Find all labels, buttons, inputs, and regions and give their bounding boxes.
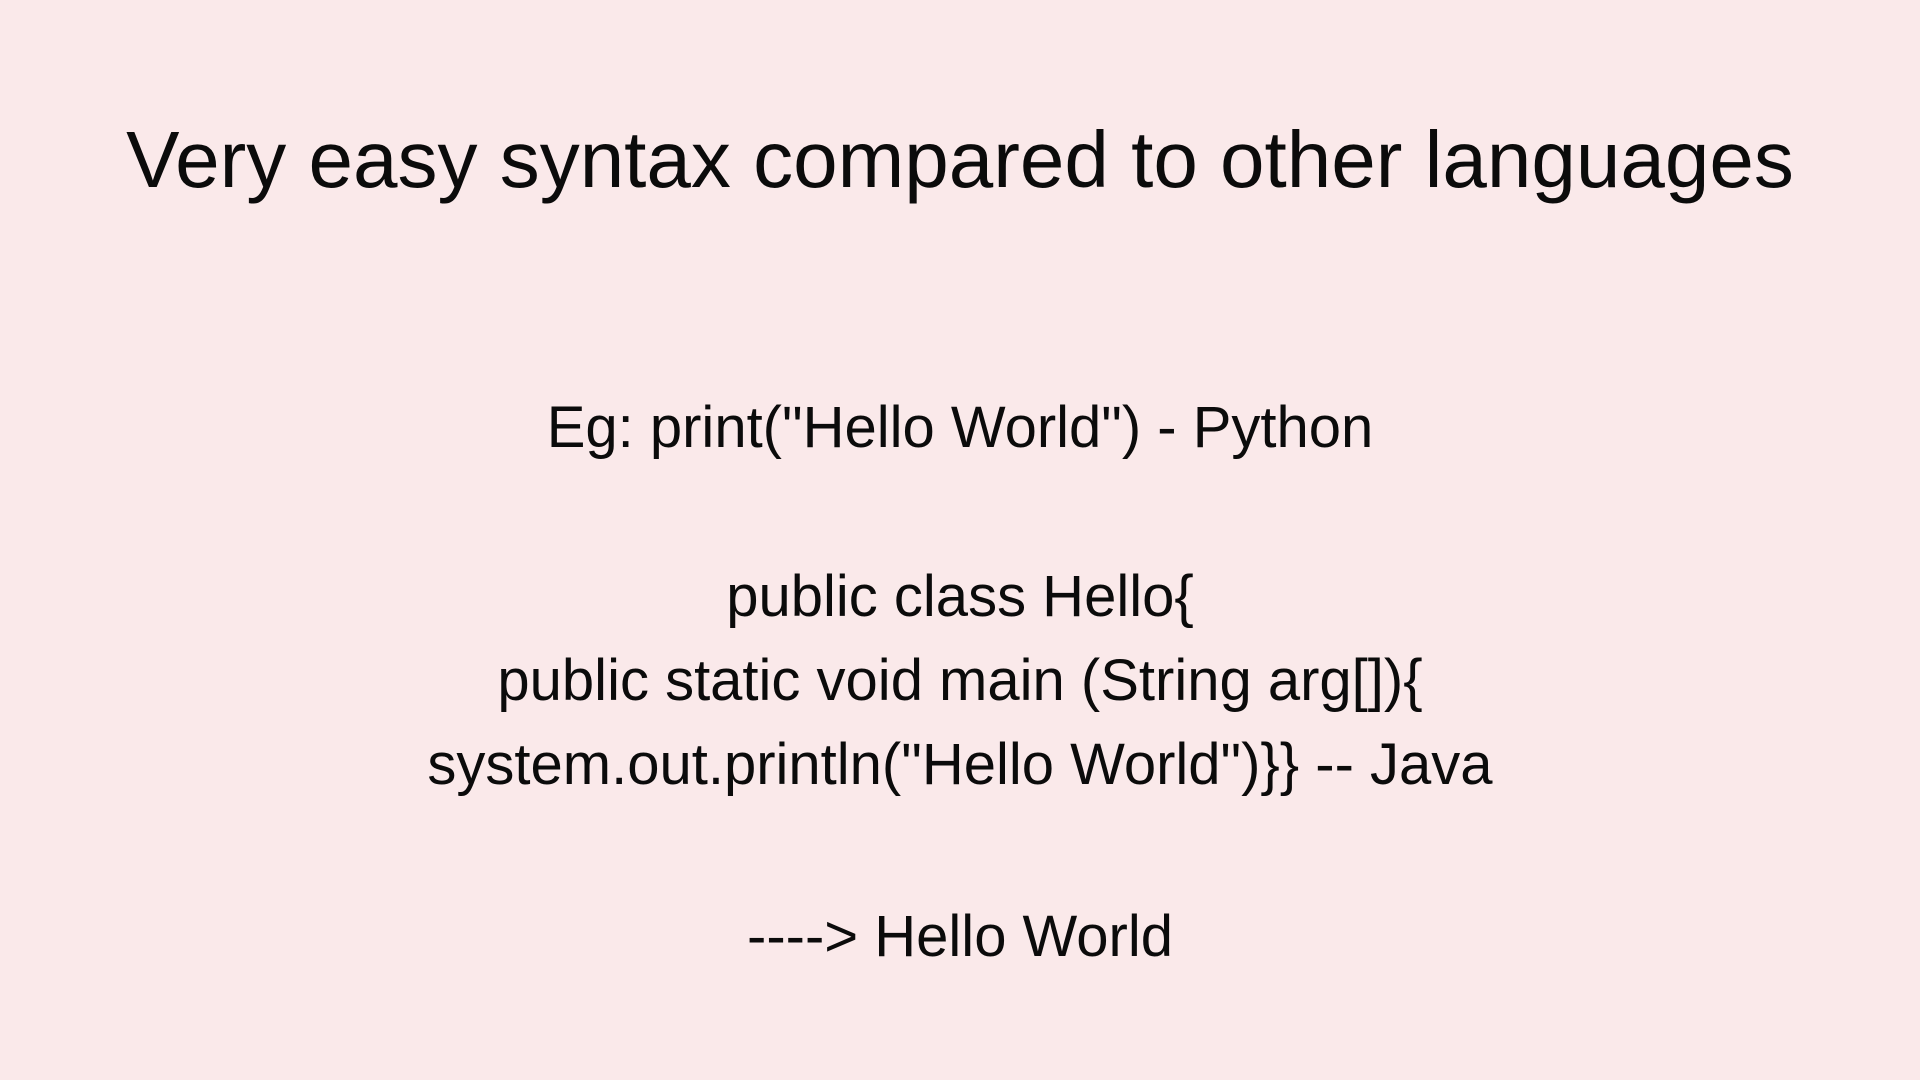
output-line: ----> Hello World [747,904,1173,969]
slide-canvas: Very easy syntax compared to other langu… [0,0,1920,1080]
java-code-line: public static void main (String arg[]){ [497,648,1423,713]
python-example-line: Eg: print("Hello World") - Python [546,395,1374,460]
java-code-line: system.out.println("Hello World")}} -- J… [427,732,1493,797]
java-code-line: public class Hello{ [726,564,1194,629]
slide-title: Very easy syntax compared to other langu… [126,115,1794,204]
java-example-block: public class Hello{ public static void m… [0,555,1920,807]
